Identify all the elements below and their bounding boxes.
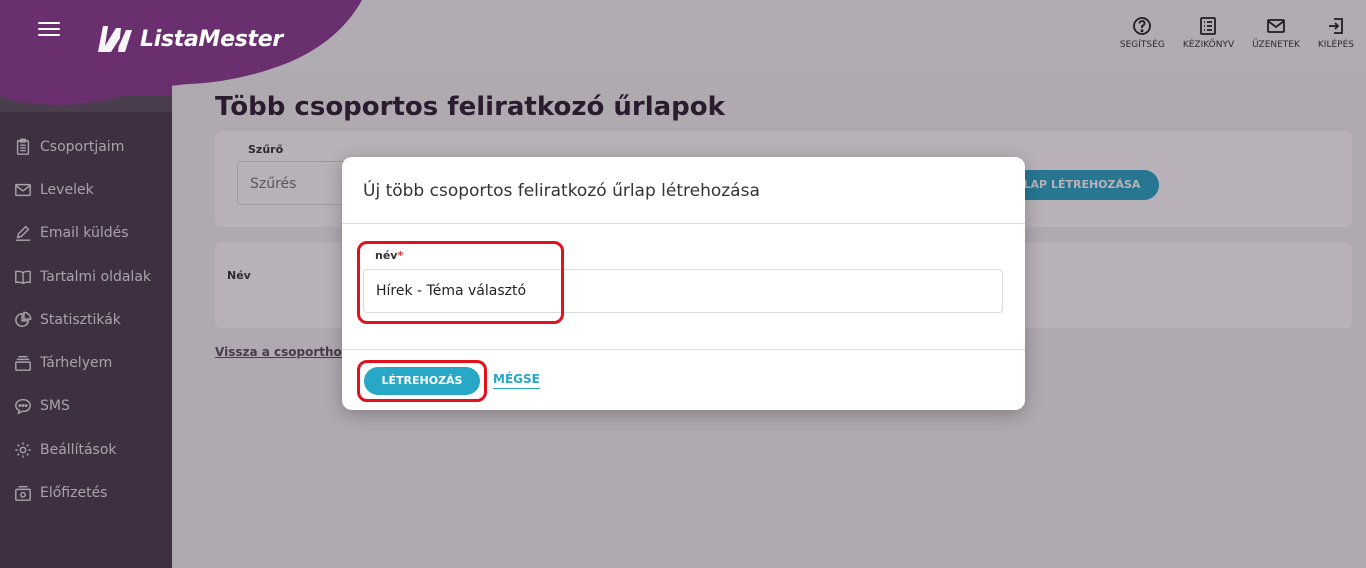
dialog-divider (342, 349, 1025, 350)
logo-mark-icon (98, 26, 132, 52)
brand-wave-shape (0, 0, 362, 112)
brand-name: ListaMester (140, 26, 283, 52)
name-label-text: név (375, 249, 398, 262)
dialog-title: Új több csoportos feliratkozó űrlap létr… (363, 181, 760, 201)
required-marker: * (397, 249, 404, 262)
cancel-button[interactable]: MÉGSE (493, 372, 540, 389)
name-field-label: név* (375, 249, 403, 262)
dialog-divider (342, 223, 1025, 224)
menu-toggle-icon[interactable] (38, 22, 60, 38)
brand-logo[interactable]: ListaMester (94, 22, 283, 56)
name-input[interactable]: Hírek - Téma választó (363, 269, 1003, 313)
create-button[interactable]: LÉTREHOZÁS (364, 367, 480, 395)
create-form-dialog: Új több csoportos feliratkozó űrlap létr… (342, 157, 1025, 410)
